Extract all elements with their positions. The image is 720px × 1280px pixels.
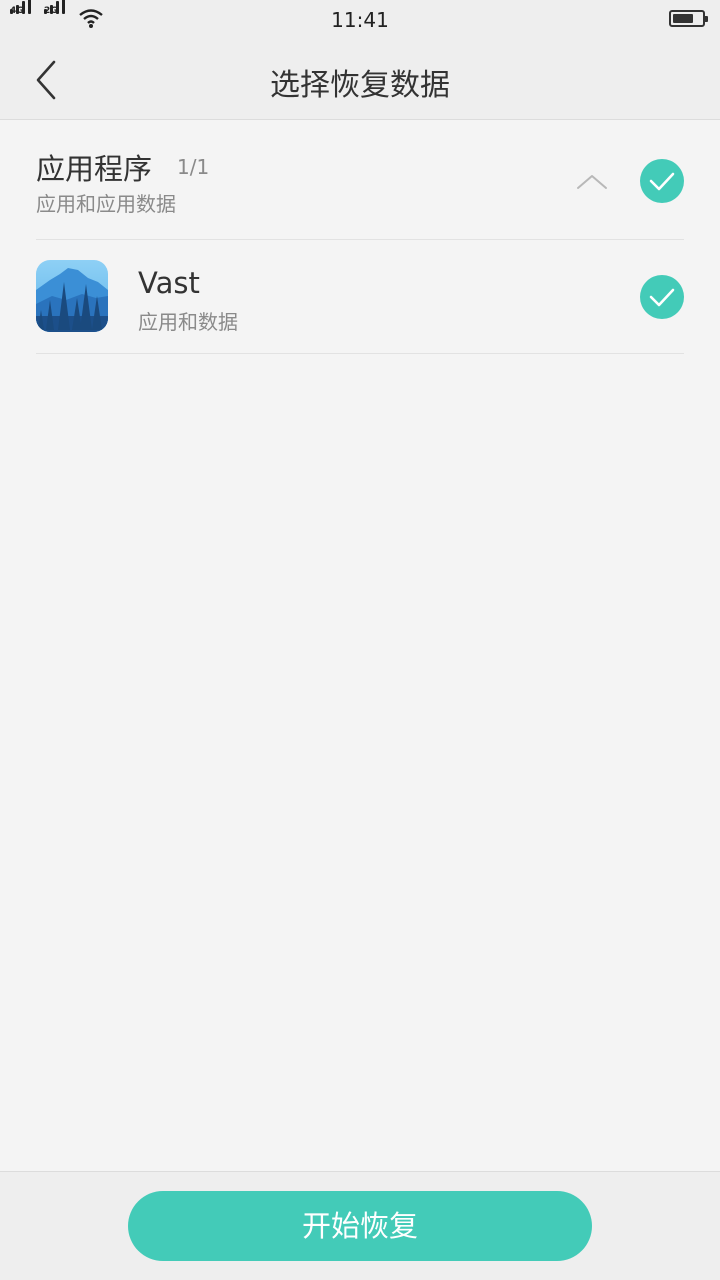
collapse-toggle[interactable]	[572, 166, 612, 196]
chevron-up-icon	[577, 175, 607, 189]
list-item[interactable]: Vast 应用和数据	[36, 240, 684, 354]
app-group-row[interactable]: 应用程序 1/1 应用和应用数据	[36, 120, 684, 240]
check-icon	[649, 172, 675, 191]
bottom-bar: 开始恢复	[0, 1171, 720, 1280]
battery-icon	[669, 10, 708, 27]
group-title: 应用程序	[36, 152, 153, 186]
page-title: 选择恢复数据	[270, 68, 450, 103]
status-bar: 4G 2G 11:41	[0, 0, 720, 40]
group-subtitle: 应用和应用数据	[36, 192, 176, 216]
app-select-checkbox[interactable]	[640, 275, 684, 319]
status-time: 11:41	[331, 8, 389, 32]
app-subtitle: 应用和数据	[138, 310, 238, 334]
app-name: Vast	[138, 266, 200, 300]
check-icon	[649, 288, 675, 307]
vast-app-icon	[36, 260, 108, 332]
start-restore-button[interactable]: 开始恢复	[128, 1191, 592, 1261]
group-select-checkbox[interactable]	[640, 159, 684, 203]
group-count: 1/1	[177, 155, 210, 179]
app-header: 选择恢复数据	[0, 40, 720, 120]
